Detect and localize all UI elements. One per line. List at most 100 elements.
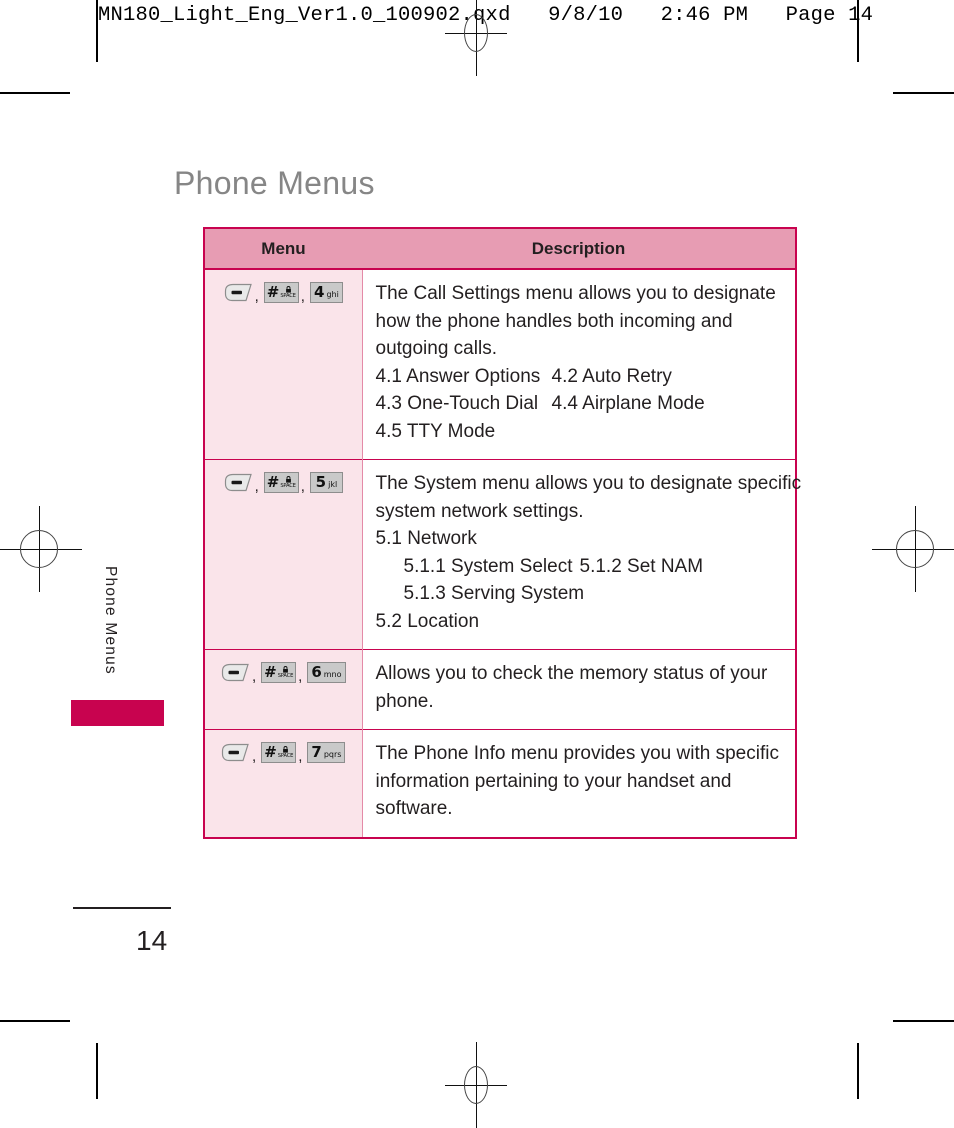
lock-space-stack: SPACE <box>280 476 296 489</box>
submenu-row: 4.1 Answer Options 4.2 Auto Retry <box>376 363 782 391</box>
numeric-key-icon-4: 4 ghi <box>309 282 343 303</box>
table-header: Menu Description <box>203 227 797 270</box>
hash-space-key-icon: # SPACE <box>261 662 297 683</box>
hash-glyph: # <box>264 663 277 681</box>
submenu-item: 4.5 TTY Mode <box>375 420 496 442</box>
description-cell: Allows you to check the memory status of… <box>362 649 797 730</box>
footer-rule <box>73 907 171 909</box>
numeric-key-icon-7: 7 pqrs <box>307 742 346 763</box>
space-label: SPACE <box>277 672 294 679</box>
lock-icon <box>285 476 292 483</box>
menu-softkey-icon <box>224 473 253 492</box>
submenu-row: 4.5 TTY Mode <box>376 418 782 446</box>
reg-circle <box>20 530 58 568</box>
column-header-description: Description <box>362 227 797 270</box>
submenu-item: 4.3 One-Touch Dial <box>375 393 539 414</box>
menu-softkey-icon <box>221 663 250 682</box>
key-separator-comma: , <box>300 478 305 495</box>
registration-mark-bottom <box>433 1042 519 1128</box>
description-cell: The Call Settings menu allows you to des… <box>362 269 797 460</box>
description-line: The Phone Info menu provides you with sp… <box>375 743 779 764</box>
key-sequence-cell: , # SPACE , <box>203 729 363 839</box>
key-separator-comma: , <box>252 748 257 765</box>
hash-glyph: # <box>264 743 277 761</box>
registration-mark-top <box>433 0 519 76</box>
key-sequence: , # SPACE , <box>224 282 343 305</box>
key-separator-comma: , <box>298 748 303 765</box>
table-row: , # SPACE , <box>203 729 797 839</box>
description-line: how the phone handles both incoming and <box>375 310 733 332</box>
column-header-menu: Menu <box>203 227 362 270</box>
crop-mark-top-right <box>893 92 954 94</box>
space-label: SPACE <box>280 482 296 489</box>
lock-space-stack: SPACE <box>278 666 293 679</box>
key-separator-comma: , <box>254 478 259 495</box>
submenu-row: 4.3 One-Touch Dial 4.4 Airplane Mode <box>376 390 782 418</box>
description-line: The Call Settings menu allows you to des… <box>375 283 776 304</box>
key-letters: ghi <box>326 289 339 299</box>
crop-mark-top-left <box>0 92 70 94</box>
description-line: software. <box>375 798 453 819</box>
submenu-item: 5.1.3 Serving System <box>403 583 585 604</box>
description-line: information pertaining to your handset a… <box>375 770 732 792</box>
hash-space-key-icon: # SPACE <box>263 282 299 303</box>
submenu-item <box>552 418 782 446</box>
page-title: Phone Menus <box>174 165 375 202</box>
lock-icon <box>282 666 289 673</box>
reg-circle <box>464 14 488 52</box>
side-tab-marker <box>71 700 164 726</box>
key-sequence: , # SPACE , <box>221 742 346 765</box>
table-row: , # SPACE , <box>203 459 801 650</box>
key-digit: 7 <box>311 743 322 761</box>
phone-menus-table: Menu Description , # SPACE , 4 ghi The C… <box>203 227 801 839</box>
key-letters: jkl <box>328 479 338 489</box>
hash-space-key-icon: # SPACE <box>261 742 297 763</box>
lock-icon <box>285 286 292 293</box>
crop-mark-left-bottom <box>96 1043 98 1099</box>
submenu-item: 4.1 Answer Options <box>375 365 541 387</box>
submenu-item: 4.4 Airplane Mode <box>551 393 705 414</box>
key-digit: 5 <box>315 473 327 491</box>
crop-mark-right-top <box>857 0 859 62</box>
numeric-key-icon-5: 5 jkl <box>309 472 343 493</box>
key-separator-comma: , <box>300 288 305 305</box>
lock-space-stack: SPACE <box>278 746 293 759</box>
table-row: , # SPACE , <box>203 269 797 460</box>
registration-mark-left <box>0 506 82 592</box>
key-letters: mno <box>323 669 342 679</box>
registration-mark-right <box>872 506 954 592</box>
key-separator-comma: , <box>251 668 257 685</box>
key-letters: pqrs <box>323 749 342 759</box>
numeric-key-icon-6: 6 mno <box>307 662 346 683</box>
submenu-item: 5.2 Location <box>375 610 480 632</box>
crop-mark-bottom-right <box>893 1020 954 1022</box>
hash-glyph: # <box>266 283 280 301</box>
hash-space-key-icon: # SPACE <box>263 472 299 493</box>
space-label: SPACE <box>280 292 296 299</box>
submenu-item: 5.1 Network <box>375 528 477 549</box>
table-body: , # SPACE , 4 ghi The Call Settings menu… <box>203 269 801 839</box>
key-digit: 4 <box>314 283 325 301</box>
submenu-item: 4.2 Auto Retry <box>551 365 672 387</box>
menu-softkey-icon <box>221 743 250 762</box>
submenu-item: 5.1.2 Set NAM <box>579 555 704 577</box>
key-sequence: , # SPACE , <box>221 662 346 685</box>
table-header-row: Menu Description <box>203 227 797 270</box>
crop-mark-bottom-left <box>0 1020 70 1022</box>
hash-glyph: # <box>266 473 280 491</box>
key-sequence: , # SPACE , <box>224 472 343 495</box>
submenu-item: 5.1.1 System Select <box>403 555 573 577</box>
description-line: Allows you to check the memory status of… <box>375 663 768 684</box>
table-row: , # SPACE , <box>203 649 797 730</box>
description-line: outgoing calls. <box>375 338 497 359</box>
key-sequence-cell: , # SPACE , <box>203 269 363 460</box>
description-line: system network settings. <box>375 500 584 522</box>
key-sequence-cell: , # SPACE , <box>203 649 363 730</box>
reg-circle <box>464 1066 488 1104</box>
key-separator-comma: , <box>298 668 303 685</box>
description-line: phone. <box>375 690 434 712</box>
key-digit: 6 <box>311 663 322 681</box>
side-tab-label: Phone Menus <box>102 566 119 675</box>
reg-circle <box>896 530 934 568</box>
menu-softkey-icon <box>224 283 253 302</box>
